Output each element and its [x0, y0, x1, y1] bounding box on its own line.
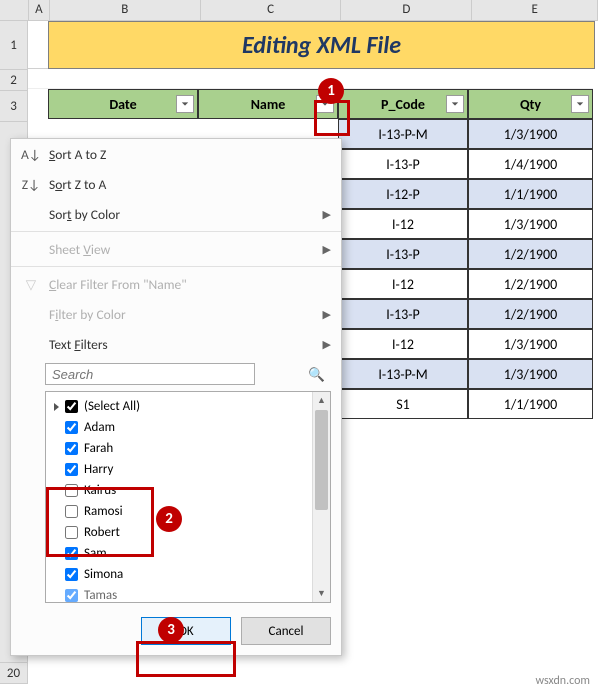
submenu-arrow-icon: ▶ — [323, 243, 331, 256]
funnel-icon: ▽ — [21, 276, 41, 293]
submenu-arrow-icon: ▶ — [323, 208, 331, 221]
cell-pcode[interactable]: I-12 — [338, 209, 468, 239]
clear-filter: ▽ Clear Filter From "Name" — [11, 269, 341, 299]
filter-by-color: Filter by Color ▶ — [11, 299, 341, 329]
sort-z-a[interactable]: Z↓ Sort Z to A — [11, 169, 341, 199]
filter-qty-button[interactable] — [571, 95, 589, 113]
cell-qty[interactable]: 1/1/1900 — [468, 389, 593, 419]
header-name: Name — [198, 89, 338, 119]
select-all-corner[interactable] — [0, 0, 29, 20]
submenu-arrow-icon: ▶ — [323, 308, 331, 321]
cell-qty[interactable]: 1/3/1900 — [468, 329, 593, 359]
cell-qty[interactable]: 1/3/1900 — [468, 119, 593, 149]
filter-values-list: (Select All) Adam Farah Harry Kairus Ram… — [45, 391, 331, 603]
cancel-button[interactable]: Cancel — [241, 617, 331, 645]
cell-qty[interactable]: 1/2/1900 — [468, 239, 593, 269]
column-headers: A B C D E — [0, 0, 598, 21]
header-pcode: P_Code — [338, 89, 468, 119]
cell-pcode[interactable]: I-12 — [338, 269, 468, 299]
sort-by-color[interactable]: Sort by Color ▶ — [11, 199, 341, 229]
cell-pcode[interactable]: I-12-P — [338, 179, 468, 209]
sort-za-icon: Z↓ — [21, 176, 41, 193]
row-1[interactable]: 1 — [0, 21, 28, 70]
cell-pcode[interactable]: I-13-P-M — [338, 359, 468, 389]
cell-pcode[interactable]: I-13-P — [338, 239, 468, 269]
filter-date-button[interactable] — [176, 95, 194, 113]
check-adam[interactable]: Adam — [48, 417, 310, 438]
cell-qty[interactable]: 1/3/1900 — [468, 209, 593, 239]
callout-2: 2 — [156, 506, 182, 532]
scrollbar[interactable]: ▲ ▼ — [312, 392, 330, 602]
col-A[interactable]: A — [29, 0, 50, 20]
callout-1: 1 — [318, 78, 344, 104]
filter-menu: A↓ Sort A to Z Z↓ Sort Z to A Sort by Co… — [10, 138, 342, 656]
check-sam[interactable]: Sam — [48, 543, 310, 564]
check-farah[interactable]: Farah — [48, 438, 310, 459]
row-20[interactable]: 20 — [0, 663, 28, 684]
check-harry[interactable]: Harry — [48, 459, 310, 480]
col-E[interactable]: E — [472, 0, 598, 20]
sheet-view: Sheet View ▶ — [11, 234, 341, 264]
header-qty: Qty — [468, 89, 593, 119]
page-title: Editing XML File — [48, 21, 595, 69]
cell-pcode[interactable]: I-13-P — [338, 149, 468, 179]
col-D[interactable]: D — [341, 0, 472, 20]
submenu-arrow-icon: ▶ — [323, 338, 331, 351]
cell-pcode[interactable]: S1 — [338, 389, 468, 419]
cell-pcode[interactable]: I-13-P-M — [338, 119, 468, 149]
check-simona[interactable]: Simona — [48, 564, 310, 585]
scroll-down-icon[interactable]: ▼ — [313, 585, 330, 602]
scroll-thumb[interactable] — [315, 410, 328, 510]
header-date: Date — [48, 89, 198, 119]
cell-pcode[interactable]: I-12 — [338, 329, 468, 359]
cell-qty[interactable]: 1/1/1900 — [468, 179, 593, 209]
col-B[interactable]: B — [50, 0, 201, 20]
col-C[interactable]: C — [201, 0, 342, 20]
cell-qty[interactable]: 1/2/1900 — [468, 269, 593, 299]
row-2[interactable]: 2 — [0, 70, 28, 91]
cell-pcode[interactable]: I-13-P — [338, 299, 468, 329]
sort-az-icon: A↓ — [21, 146, 41, 163]
ok-button[interactable]: OK — [141, 617, 231, 645]
search-icon: 🔍 — [308, 366, 325, 383]
row-3[interactable]: 3 — [0, 91, 28, 122]
scroll-up-icon[interactable]: ▲ — [313, 392, 330, 409]
check-kairus[interactable]: Kairus — [48, 480, 310, 501]
cell-qty[interactable]: 1/2/1900 — [468, 299, 593, 329]
sort-a-z[interactable]: A↓ Sort A to Z — [11, 139, 341, 169]
search-input[interactable] — [45, 363, 255, 385]
cell-qty[interactable]: 1/4/1900 — [468, 149, 593, 179]
cell-qty[interactable]: 1/3/1900 — [468, 359, 593, 389]
callout-3: 3 — [158, 617, 184, 643]
check-tamas[interactable]: Tamas — [48, 585, 310, 602]
check-select-all[interactable]: (Select All) — [48, 396, 310, 417]
text-filters[interactable]: Text Filters ▶ — [11, 329, 341, 359]
filter-pcode-button[interactable] — [446, 95, 464, 113]
watermark: wsxdn.com — [535, 674, 590, 688]
